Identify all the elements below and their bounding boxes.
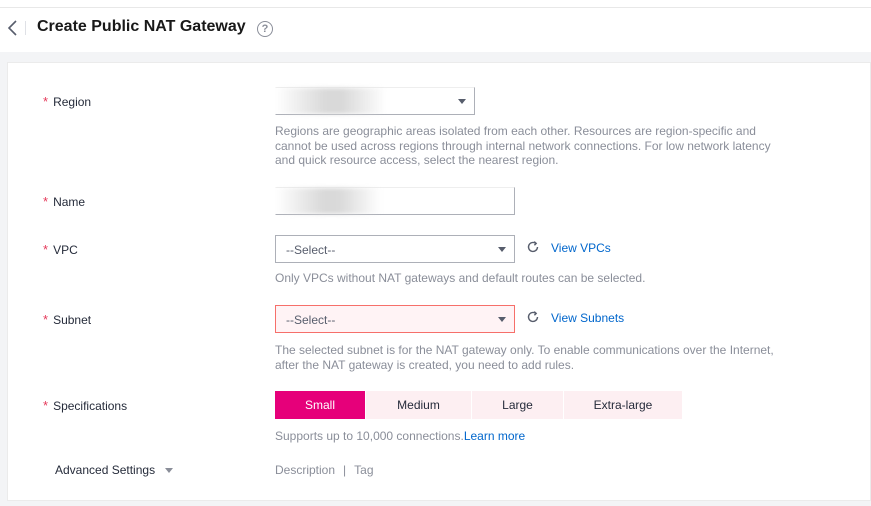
- spec-small-button[interactable]: Small: [275, 391, 366, 419]
- view-vpcs-link[interactable]: View VPCs: [551, 241, 611, 255]
- subnet-value: --Select--: [286, 313, 336, 327]
- required-mark: *: [43, 312, 49, 327]
- region-select[interactable]: [275, 87, 475, 115]
- subnet-label: * Subnet: [43, 312, 91, 327]
- chevron-down-icon: [165, 468, 174, 473]
- advanced-settings-label: Advanced Settings: [55, 463, 156, 477]
- region-label: * Region: [43, 94, 91, 109]
- item-separator: |: [343, 463, 347, 477]
- chevron-down-icon: [498, 247, 506, 252]
- spec-extra-large-button[interactable]: Extra-large: [564, 391, 683, 419]
- vpc-value: --Select--: [286, 243, 336, 257]
- required-mark: *: [43, 94, 49, 109]
- specifications-label-text: Specifications: [53, 399, 128, 413]
- redacted-name-value: [276, 188, 381, 214]
- spec-large-button[interactable]: Large: [472, 391, 564, 419]
- top-strip: [0, 0, 871, 8]
- vpc-select[interactable]: --Select--: [275, 235, 515, 263]
- advanced-settings-items: Description | Tag: [275, 463, 374, 477]
- specifications-hint: Supports up to 10,000 connections.Learn …: [275, 429, 525, 444]
- name-label: * Name: [43, 194, 85, 209]
- help-icon[interactable]: ?: [257, 21, 273, 37]
- specifications-group: Small Medium Large Extra-large: [275, 391, 683, 419]
- region-label-text: Region: [53, 95, 92, 109]
- redacted-region-value: [276, 88, 386, 114]
- required-mark: *: [43, 242, 49, 257]
- region-hint: Regions are geographic areas isolated fr…: [275, 124, 771, 167]
- form-card: * Region Regions are geographic areas iso…: [7, 62, 871, 501]
- refresh-icon[interactable]: [526, 310, 540, 324]
- vpc-label-text: VPC: [53, 243, 78, 257]
- chevron-down-icon: [458, 99, 466, 104]
- description-item: Description: [275, 463, 336, 477]
- view-subnets-link[interactable]: View Subnets: [551, 311, 624, 325]
- page-header: Create Public NAT Gateway ?: [0, 8, 871, 52]
- chevron-left-icon[interactable]: [5, 18, 19, 38]
- subnet-select[interactable]: --Select--: [275, 305, 515, 333]
- name-label-text: Name: [53, 195, 86, 209]
- name-input[interactable]: [275, 187, 515, 215]
- learn-more-link[interactable]: Learn more: [464, 429, 525, 443]
- header-divider: [25, 21, 26, 35]
- specifications-hint-text: Supports up to 10,000 connections.: [275, 429, 464, 443]
- advanced-settings-toggle[interactable]: Advanced Settings: [55, 463, 174, 477]
- refresh-icon[interactable]: [526, 240, 540, 254]
- specifications-label: * Specifications: [43, 398, 127, 413]
- page-title: Create Public NAT Gateway: [37, 18, 246, 35]
- tag-item: Tag: [354, 463, 374, 477]
- subnet-hint: The selected subnet is for the NAT gatew…: [275, 343, 774, 372]
- vpc-label: * VPC: [43, 242, 78, 257]
- subnet-label-text: Subnet: [53, 313, 92, 327]
- spec-medium-button[interactable]: Medium: [366, 391, 472, 419]
- required-mark: *: [43, 398, 49, 413]
- required-mark: *: [43, 194, 49, 209]
- chevron-down-icon: [498, 317, 506, 322]
- vpc-hint: Only VPCs without NAT gateways and defau…: [275, 271, 646, 285]
